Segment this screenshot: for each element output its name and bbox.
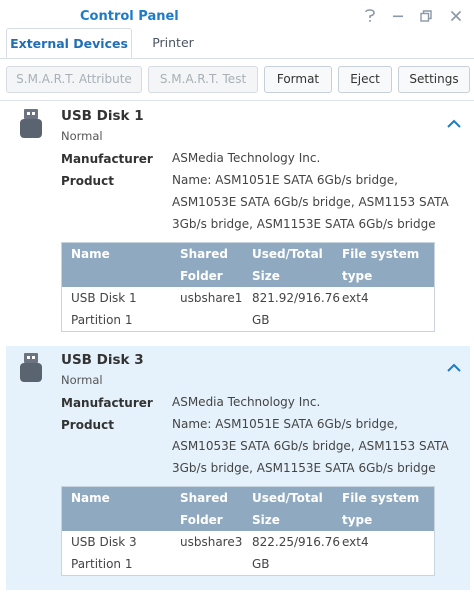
partition-used-total: 822.25/916.76 GB — [252, 535, 341, 571]
partition-used-total: 821.92/916.76 GB — [252, 291, 341, 327]
product-line: Name: ASM1051E SATA 6Gb/s bridge, — [172, 173, 398, 187]
header-file-system-type: File system type — [342, 491, 420, 527]
disk-name: USB Disk 3 — [61, 352, 144, 368]
partition-shared-folder: usbshare1 — [180, 291, 243, 305]
restore-icon[interactable] — [416, 6, 436, 26]
header-shared-folder: Shared Folder — [180, 491, 228, 527]
manufacturer-label: Manufacturer — [61, 152, 153, 166]
product-line: 3Gb/s bridge, ASM1153E SATA 6Gb/s bridge — [172, 461, 436, 475]
usb-drive-icon — [20, 353, 42, 382]
product-line: Name: ASM1051E SATA 6Gb/s bridge, — [172, 417, 398, 431]
manufacturer-value: ASMedia Technology Inc. — [172, 151, 321, 165]
product-value: Name: ASM1051E SATA 6Gb/s bridge, ASM105… — [172, 413, 468, 479]
product-label: Product — [61, 174, 114, 188]
toolbar: S.M.A.R.T. Attribute S.M.A.R.T. Test For… — [0, 66, 474, 94]
disk-status: Normal — [61, 373, 103, 387]
header-file-system-type: File system type — [342, 247, 420, 283]
partition-fs-type: ext4 — [342, 535, 369, 549]
usb-drive-icon — [20, 109, 42, 138]
partition-table: Name Shared Folder Used/Total Size File sy… — [61, 242, 435, 332]
toolbar-divider — [0, 100, 474, 101]
table-row[interactable]: USB Disk 3 Partition 1 usbshare3 822.25/9… — [62, 531, 434, 575]
header-used-total-size: Used/Total Size — [252, 247, 323, 283]
help-icon[interactable] — [360, 6, 380, 26]
partition-fs-type: ext4 — [342, 291, 369, 305]
eject-button[interactable]: Eject — [338, 66, 392, 93]
collapse-chevron-icon[interactable] — [444, 114, 464, 134]
smart-attribute-button[interactable]: S.M.A.R.T. Attribute — [6, 66, 142, 93]
product-line: 3Gb/s bridge, ASM1153E SATA 6Gb/s bridge — [172, 217, 436, 231]
header-name: Name — [71, 247, 110, 261]
settings-button[interactable]: Settings — [398, 66, 470, 93]
product-label: Product — [61, 418, 114, 432]
smart-test-button[interactable]: S.M.A.R.T. Test — [148, 66, 258, 93]
partition-name: USB Disk 1 Partition 1 — [71, 291, 137, 327]
disk-panel[interactable]: USB Disk 1 Normal Manufacturer ASMedia T… — [6, 102, 470, 342]
product-value: Name: ASM1051E SATA 6Gb/s bridge, ASM105… — [172, 169, 468, 235]
disk-panel[interactable]: USB Disk 3 Normal Manufacturer ASMedia T… — [6, 346, 470, 590]
partition-table: Name Shared Folder Used/Total Size File sy… — [61, 486, 435, 576]
header-shared-folder: Shared Folder — [180, 247, 228, 283]
close-icon[interactable] — [446, 6, 466, 26]
manufacturer-label: Manufacturer — [61, 396, 153, 410]
product-line: ASM1053E SATA 6Gb/s bridge, ASM1153 SATA — [172, 195, 449, 209]
partition-table-header: Name Shared Folder Used/Total Size File sy… — [62, 243, 434, 287]
header-used-total-size: Used/Total Size — [252, 491, 323, 527]
tab-bar: External Devices Printer — [0, 28, 474, 59]
window-title: Control Panel — [80, 9, 179, 24]
partition-shared-folder: usbshare3 — [180, 535, 243, 549]
header-name: Name — [71, 491, 110, 505]
disk-name: USB Disk 1 — [61, 108, 144, 124]
disk-status: Normal — [61, 129, 103, 143]
partition-name: USB Disk 3 Partition 1 — [71, 535, 137, 571]
manufacturer-value: ASMedia Technology Inc. — [172, 395, 321, 409]
collapse-chevron-icon[interactable] — [444, 358, 464, 378]
tab-external-devices[interactable]: External Devices — [6, 28, 132, 58]
format-button[interactable]: Format — [264, 66, 332, 93]
tab-divider — [0, 58, 474, 59]
minimize-icon[interactable] — [388, 6, 408, 26]
tab-printer[interactable]: Printer — [140, 28, 206, 58]
partition-table-header: Name Shared Folder Used/Total Size File sy… — [62, 487, 434, 531]
product-line: ASM1053E SATA 6Gb/s bridge, ASM1153 SATA — [172, 439, 449, 453]
table-row[interactable]: USB Disk 1 Partition 1 usbshare1 821.92/9… — [62, 287, 434, 331]
